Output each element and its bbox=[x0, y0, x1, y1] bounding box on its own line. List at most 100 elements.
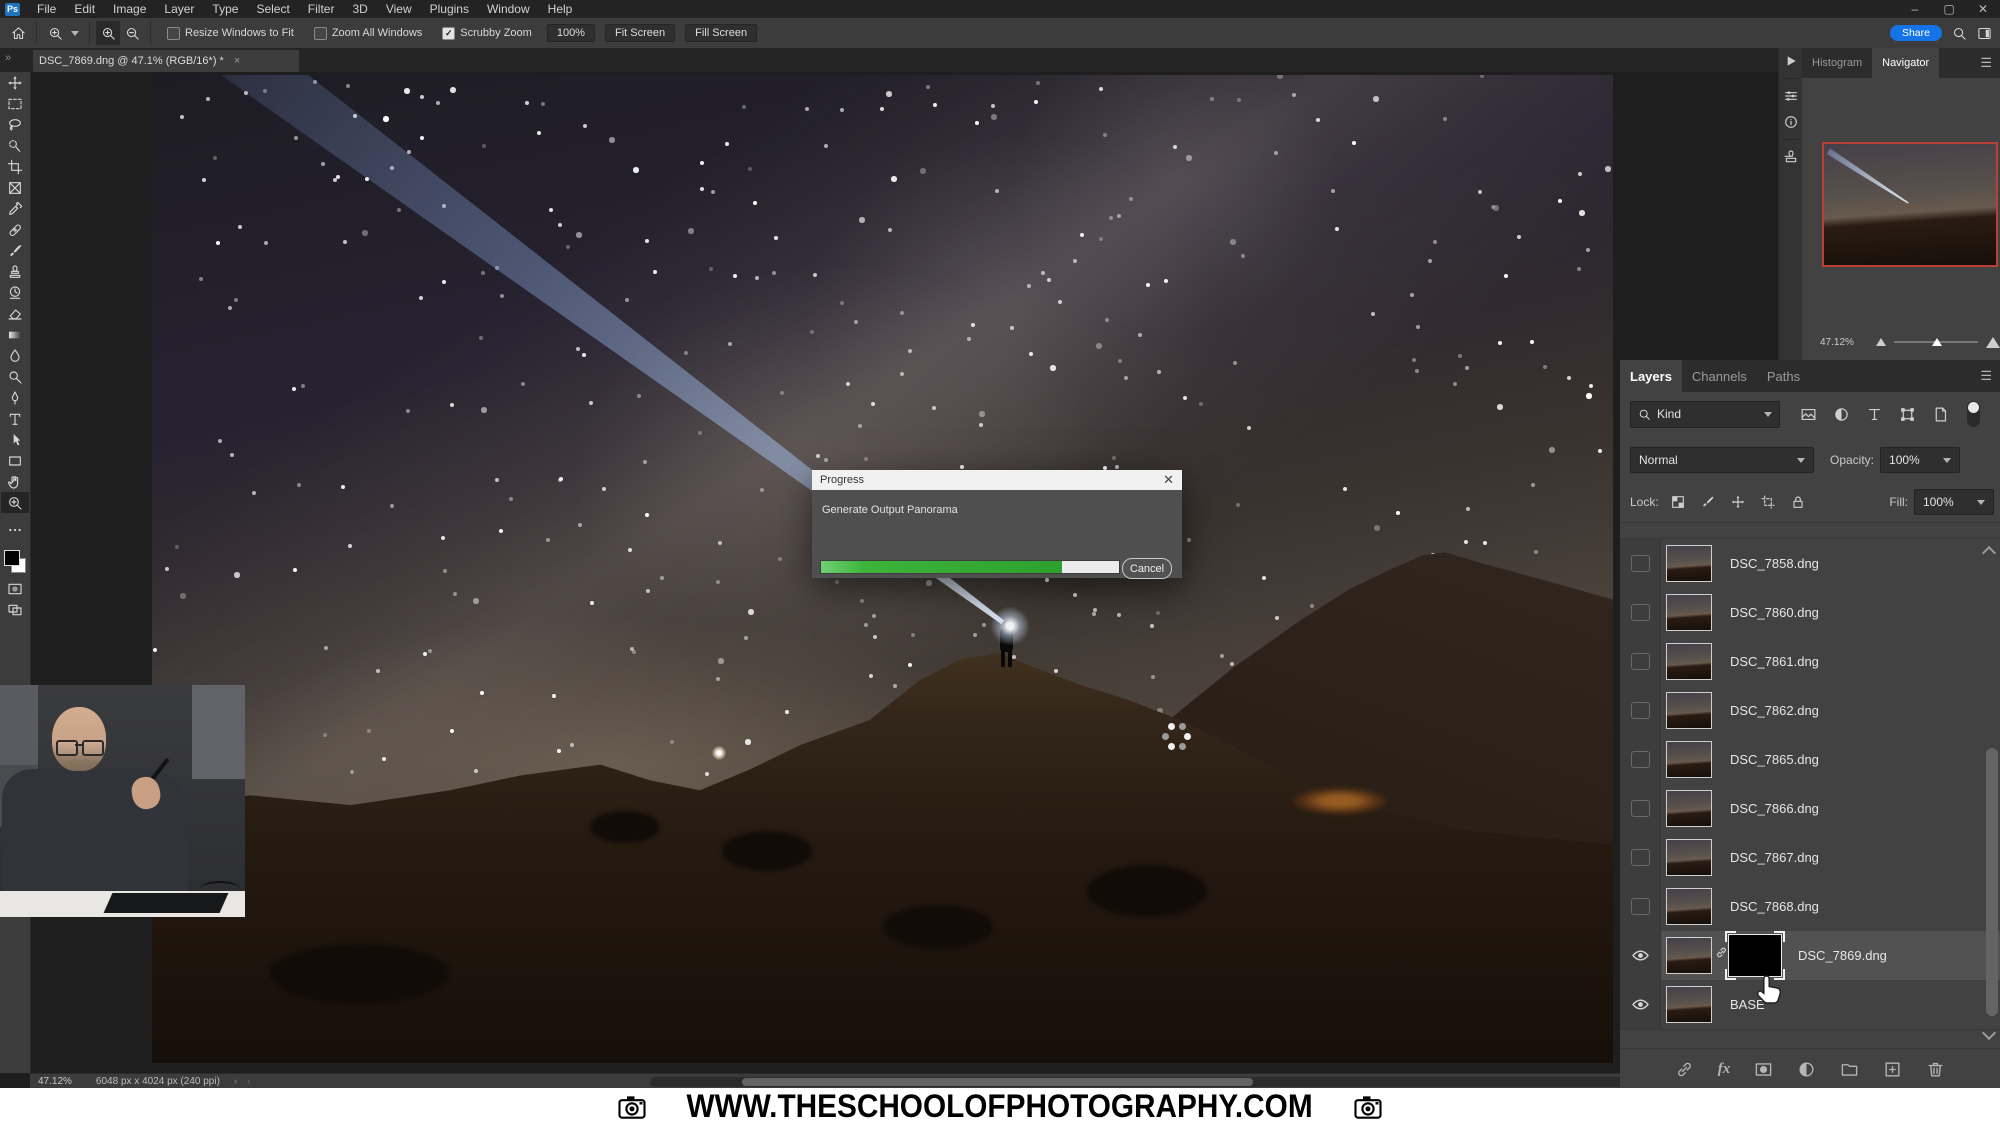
tool-marquee[interactable] bbox=[1, 93, 29, 114]
menu-filter[interactable]: Filter bbox=[299, 0, 344, 18]
tool-ellipsis[interactable] bbox=[1, 519, 29, 540]
layer-thumbnail[interactable] bbox=[1666, 594, 1712, 631]
document-tab[interactable]: DSC_7869.dng @ 47.1% (RGB/16*) * × bbox=[33, 50, 299, 72]
foreground-color-swatch[interactable] bbox=[4, 550, 20, 566]
tool-clone-stamp[interactable] bbox=[1, 261, 29, 282]
zoom-in-button[interactable] bbox=[96, 21, 120, 45]
layer-thumbnail[interactable] bbox=[1666, 839, 1712, 876]
link-layers-button[interactable] bbox=[1675, 1060, 1694, 1079]
new-adjustment-button[interactable] bbox=[1797, 1060, 1816, 1079]
layer-row-dsc-7866-dng[interactable]: DSC_7866.dng bbox=[1620, 784, 2000, 834]
horizontal-scrollbar-thumb[interactable] bbox=[742, 1078, 1253, 1086]
visibility-toggle[interactable] bbox=[1620, 637, 1661, 686]
menu-3d[interactable]: 3D bbox=[343, 0, 376, 18]
checkbox-icon[interactable] bbox=[167, 27, 180, 40]
lock-transparency-icon[interactable] bbox=[1670, 494, 1686, 510]
menu-image[interactable]: Image bbox=[104, 0, 155, 18]
tool-dodge[interactable] bbox=[1, 366, 29, 387]
visibility-toggle[interactable] bbox=[1620, 686, 1661, 735]
share-button[interactable]: Share bbox=[1890, 25, 1942, 41]
tab-channels[interactable]: Channels bbox=[1682, 360, 1757, 392]
maximize-button[interactable]: ▢ bbox=[1932, 0, 1966, 18]
tool-blur[interactable] bbox=[1, 345, 29, 366]
visibility-toggle[interactable] bbox=[1620, 882, 1661, 931]
menu-select[interactable]: Select bbox=[247, 0, 298, 18]
layer-thumbnail[interactable] bbox=[1666, 888, 1712, 925]
layer-thumbnail[interactable] bbox=[1666, 937, 1712, 974]
tool-crop[interactable] bbox=[1, 156, 29, 177]
layer-name[interactable]: DSC_7862.dng bbox=[1730, 686, 1819, 735]
navigator-zoom-value[interactable]: 47.12% bbox=[1820, 337, 1854, 348]
layer-row-dsc-7868-dng[interactable]: DSC_7868.dng bbox=[1620, 882, 2000, 932]
tab-histogram[interactable]: Histogram bbox=[1802, 48, 1872, 78]
tool-quick-mask[interactable] bbox=[1, 578, 29, 599]
panel-info-icon[interactable] bbox=[1779, 109, 1803, 135]
navigator-thumbnail[interactable] bbox=[1822, 142, 1998, 267]
layer-row-dsc-7861-dng[interactable]: DSC_7861.dng bbox=[1620, 637, 2000, 687]
visibility-toggle[interactable] bbox=[1620, 931, 1661, 980]
tool-history-brush[interactable] bbox=[1, 282, 29, 303]
checkbox-icon[interactable] bbox=[314, 27, 327, 40]
close-button[interactable]: ✕ bbox=[1966, 0, 2000, 18]
tool-type[interactable] bbox=[1, 408, 29, 429]
blend-mode-dropdown[interactable]: Normal bbox=[1630, 447, 1814, 473]
layer-row-dsc-7860-dng[interactable]: DSC_7860.dng bbox=[1620, 588, 2000, 638]
zoom-100-button[interactable]: 100% bbox=[547, 24, 595, 42]
layer-name[interactable]: DSC_7866.dng bbox=[1730, 784, 1819, 833]
new-group-button[interactable] bbox=[1840, 1060, 1859, 1079]
chevron-down-icon[interactable] bbox=[71, 31, 79, 36]
tool-move[interactable] bbox=[1, 72, 29, 93]
zoom-out-button[interactable] bbox=[120, 21, 144, 45]
workspace-icon[interactable] bbox=[1977, 26, 1992, 41]
layer-effects-button[interactable]: fx bbox=[1718, 1061, 1731, 1078]
cancel-button[interactable]: Cancel bbox=[1122, 558, 1172, 579]
menu-edit[interactable]: Edit bbox=[65, 0, 104, 18]
visibility-toggle[interactable] bbox=[1620, 833, 1661, 882]
tab-overflow-left-icon[interactable]: » bbox=[5, 52, 11, 64]
fill-screen-button[interactable]: Fill Screen bbox=[685, 24, 757, 42]
visibility-toggle[interactable] bbox=[1620, 735, 1661, 784]
menu-layer[interactable]: Layer bbox=[155, 0, 203, 18]
menu-plugins[interactable]: Plugins bbox=[421, 0, 478, 18]
layer-thumbnail[interactable] bbox=[1666, 790, 1712, 827]
panel-actions-icon[interactable] bbox=[1779, 48, 1803, 74]
filter-pixel-layer-icon[interactable] bbox=[1800, 406, 1817, 423]
menu-help[interactable]: Help bbox=[539, 0, 582, 18]
panel-clone-source-icon[interactable] bbox=[1779, 144, 1803, 170]
minimize-button[interactable]: – bbox=[1898, 0, 1932, 18]
layer-mask-thumbnail[interactable] bbox=[1728, 934, 1782, 977]
tool-hand[interactable] bbox=[1, 471, 29, 492]
menu-view[interactable]: View bbox=[377, 0, 421, 18]
filter-shape-layer-icon[interactable] bbox=[1899, 406, 1916, 423]
add-mask-button[interactable] bbox=[1754, 1060, 1773, 1079]
lock-artboard-icon[interactable] bbox=[1760, 494, 1776, 510]
visibility-toggle[interactable] bbox=[1620, 539, 1661, 588]
panel-adjustments-icon[interactable] bbox=[1779, 83, 1803, 109]
menu-type[interactable]: Type bbox=[203, 0, 247, 18]
layer-thumbnail[interactable] bbox=[1666, 545, 1712, 582]
layer-name[interactable]: DSC_7867.dng bbox=[1730, 833, 1819, 882]
lock-pixels-icon[interactable] bbox=[1700, 494, 1716, 510]
search-icon[interactable] bbox=[1952, 26, 1967, 41]
dialog-titlebar[interactable]: Progress ✕ bbox=[812, 470, 1182, 490]
tool-quick-selection[interactable] bbox=[1, 135, 29, 156]
layer-name[interactable]: DSC_7868.dng bbox=[1730, 882, 1819, 931]
horizontal-scrollbar[interactable] bbox=[650, 1077, 1643, 1087]
layer-name[interactable]: DSC_7860.dng bbox=[1730, 588, 1819, 637]
filter-adjustment-layer-icon[interactable] bbox=[1833, 406, 1850, 423]
layer-name[interactable]: DSC_7865.dng bbox=[1730, 735, 1819, 784]
tool-rectangle[interactable] bbox=[1, 450, 29, 471]
navigator-zoom-slider[interactable] bbox=[1894, 341, 1978, 343]
new-layer-button[interactable] bbox=[1883, 1060, 1902, 1079]
slider-thumb[interactable] bbox=[1932, 338, 1942, 346]
layer-row-dsc-7867-dng[interactable]: DSC_7867.dng bbox=[1620, 833, 2000, 883]
menu-window[interactable]: Window bbox=[478, 0, 539, 18]
home-icon[interactable] bbox=[6, 21, 30, 45]
layer-row-dsc-7869-dng[interactable]: DSC_7869.dng bbox=[1620, 931, 2000, 981]
tool-lasso[interactable] bbox=[1, 114, 29, 135]
menu-file[interactable]: File bbox=[28, 0, 65, 18]
layers-scrollbar[interactable] bbox=[1986, 748, 1998, 1016]
checkbox-scrubby-zoom[interactable]: ✓Scrubby Zoom bbox=[442, 27, 532, 40]
filter-kind-dropdown[interactable]: Kind bbox=[1630, 401, 1780, 428]
filter-type-layer-icon[interactable] bbox=[1866, 406, 1883, 423]
